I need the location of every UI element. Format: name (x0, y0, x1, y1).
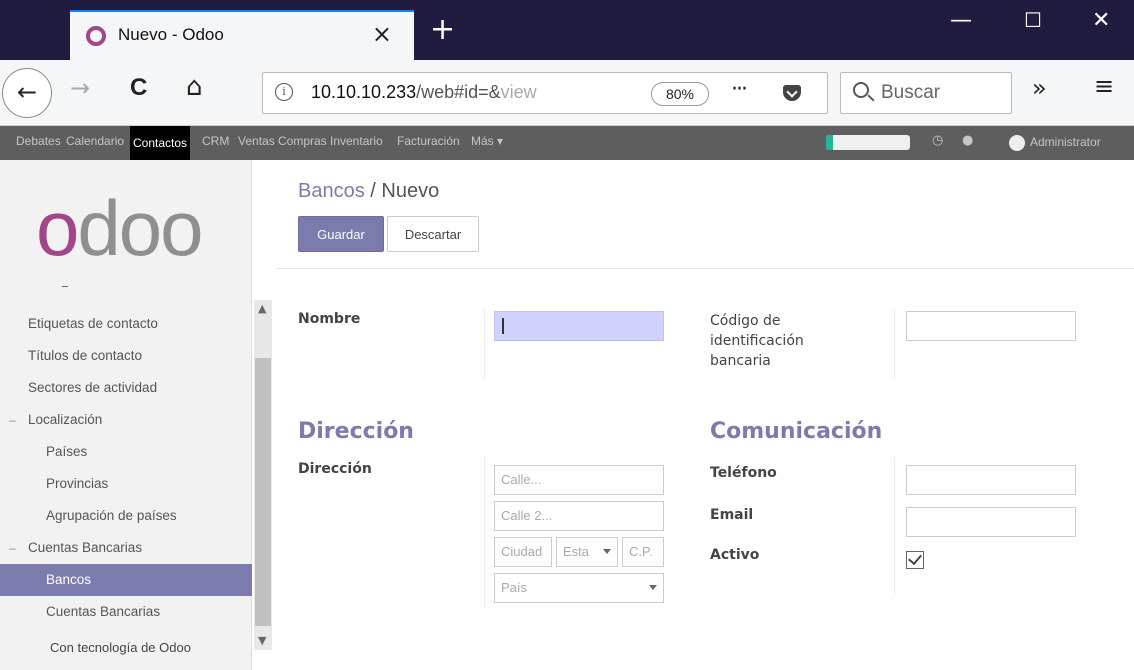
progress-bar (826, 135, 910, 150)
sidebar-item-paises[interactable]: Países (0, 436, 252, 468)
tab-bar: Nuevo - Odoo × + — ☐ ✕ (0, 0, 1134, 60)
telefono-input[interactable] (906, 465, 1076, 495)
bic-input[interactable] (906, 311, 1076, 341)
telefono-label: Teléfono (710, 465, 777, 481)
menu-crm[interactable]: CRM (202, 134, 229, 148)
progress-fill (826, 135, 833, 150)
breadcrumb-parent[interactable]: Bancos (298, 180, 365, 202)
forward-arrow-icon[interactable]: → (70, 74, 90, 102)
minimize-icon[interactable]: — (950, 8, 972, 33)
activo-checkbox[interactable] (906, 551, 924, 569)
cp-input[interactable]: C.P. (622, 537, 664, 567)
divider (484, 457, 485, 607)
scroll-down-icon[interactable]: ▼ (258, 634, 266, 647)
url-text[interactable]: 10.10.10.233/web#id=&view (311, 82, 537, 103)
text-caret (502, 318, 504, 334)
estado-placeholder: Esta (563, 544, 590, 559)
chevron-down-icon (603, 549, 611, 554)
chat-icon[interactable]: ● (962, 133, 973, 148)
menu-calendario[interactable]: Calendario (66, 134, 124, 148)
divider (484, 309, 485, 379)
calle2-input[interactable]: Calle 2... (494, 501, 664, 531)
breadcrumb: Bancos / Nuevo (298, 180, 439, 203)
site-info-icon[interactable]: i (275, 83, 293, 101)
divider (894, 309, 895, 379)
menu-ventas[interactable]: Ventas (238, 134, 275, 148)
sidebar-menu: Etiquetas de contacto Títulos de contact… (0, 308, 252, 628)
pais-select[interactable]: País (494, 573, 664, 603)
form-sheet: Nombre Código de identificación bancaria… (276, 268, 1134, 670)
activo-label: Activo (710, 547, 760, 563)
activity-clock-icon[interactable]: ◷ (932, 133, 943, 148)
scroll-thumb[interactable] (255, 358, 271, 626)
browser-window: Nuevo - Odoo × + — ☐ ✕ ← → C ⌂ i 10.10.1… (0, 0, 1134, 670)
save-button[interactable]: Guardar (298, 216, 384, 252)
hamburger-menu-icon[interactable]: ≡ (1094, 72, 1114, 100)
tab-close-icon[interactable]: × (372, 20, 392, 48)
navigation-bar: ← → C ⌂ i 10.10.10.233/web#id=&view 80% … (0, 60, 1134, 126)
sidebar-item-sectores-de-actividad[interactable]: Sectores de actividad (0, 372, 252, 404)
browser-tab[interactable]: Nuevo - Odoo × (70, 10, 414, 60)
sidebar-category-cuentas-bancarias[interactable]: Cuentas Bancarias (0, 532, 252, 564)
page-actions-icon[interactable]: ··· (731, 77, 748, 102)
breadcrumb-separator: / (370, 180, 376, 202)
sidebar-item-bancos[interactable]: Bancos (0, 564, 252, 596)
powered-by-footer[interactable]: Con tecnología de Odoo (50, 640, 191, 655)
breadcrumb-current: Nuevo (381, 180, 440, 202)
menu-debates[interactable]: Debates (16, 134, 61, 148)
pocket-icon[interactable] (783, 85, 801, 101)
reload-icon[interactable]: C (130, 74, 147, 102)
bic-label: Código de identificación bancaria (710, 313, 804, 369)
discard-button[interactable]: Descartar (387, 216, 479, 252)
tab-title: Nuevo - Odoo (118, 25, 224, 44)
sidebar-item-agrupacion-de-paises[interactable]: Agrupación de países (0, 500, 252, 532)
overflow-chevron-icon[interactable]: » (1032, 74, 1047, 102)
sidebar: odoo Etiquetas de contacto Títulos de co… (0, 160, 252, 670)
nombre-input[interactable] (494, 311, 664, 341)
search-box[interactable]: Buscar (840, 72, 1012, 114)
address-bar[interactable]: i 10.10.10.233/web#id=&view 80% ··· (262, 72, 828, 114)
search-icon (853, 82, 869, 98)
maximize-icon[interactable]: ☐ (1024, 8, 1042, 32)
estado-select[interactable]: Esta (556, 537, 618, 567)
menu-facturacion[interactable]: Facturación (397, 134, 460, 148)
scroll-up-icon[interactable]: ▲ (258, 302, 266, 315)
chevron-down-icon (649, 585, 657, 590)
nombre-label: Nombre (298, 311, 361, 327)
zoom-level-badge[interactable]: 80% (651, 82, 709, 106)
ciudad-input[interactable]: Ciudad (494, 537, 552, 567)
email-label: Email (710, 507, 754, 523)
direccion-label: Dirección (298, 461, 372, 477)
sidebar-scrollbar[interactable]: ▲ ▼ (254, 300, 272, 650)
close-window-icon[interactable]: ✕ (1092, 8, 1110, 33)
divider (894, 457, 895, 597)
comunicacion-section-title: Comunicación (710, 419, 883, 444)
menu-compras[interactable]: Compras (278, 134, 327, 148)
direccion-section-title: Dirección (298, 419, 414, 444)
main-content: Bancos / Nuevo Guardar Descartar Nombre … (276, 160, 1134, 670)
odoo-favicon-icon (86, 26, 106, 46)
back-arrow-icon[interactable]: ← (2, 68, 52, 118)
odoo-logo[interactable]: odoo (36, 188, 204, 268)
menu-inventario[interactable]: Inventario (330, 134, 383, 148)
user-avatar[interactable] (1009, 135, 1025, 151)
new-tab-button[interactable]: + (430, 12, 455, 47)
sidebar-item-cuentas-bancarias[interactable]: Cuentas Bancarias (0, 596, 252, 628)
menu-mas[interactable]: Más ▾ (471, 134, 503, 148)
sidebar-item-titulos-de-contacto[interactable]: Títulos de contacto (0, 340, 252, 372)
divider (62, 286, 68, 287)
email-input[interactable] (906, 507, 1076, 537)
sidebar-item-etiquetas-de-contacto[interactable]: Etiquetas de contacto (0, 308, 252, 340)
home-icon[interactable]: ⌂ (186, 72, 203, 102)
sidebar-item-provincias[interactable]: Provincias (0, 468, 252, 500)
menu-contactos[interactable]: Contactos (130, 126, 191, 160)
odoo-app-menu: Debates Calendario Contactos CRM Ventas … (0, 126, 1134, 160)
calle-input[interactable]: Calle... (494, 465, 664, 495)
pais-placeholder: País (501, 580, 528, 595)
user-name[interactable]: Administrator (1030, 135, 1101, 149)
search-placeholder: Buscar (881, 82, 941, 103)
sidebar-category-localizacion[interactable]: Localización (0, 404, 252, 436)
